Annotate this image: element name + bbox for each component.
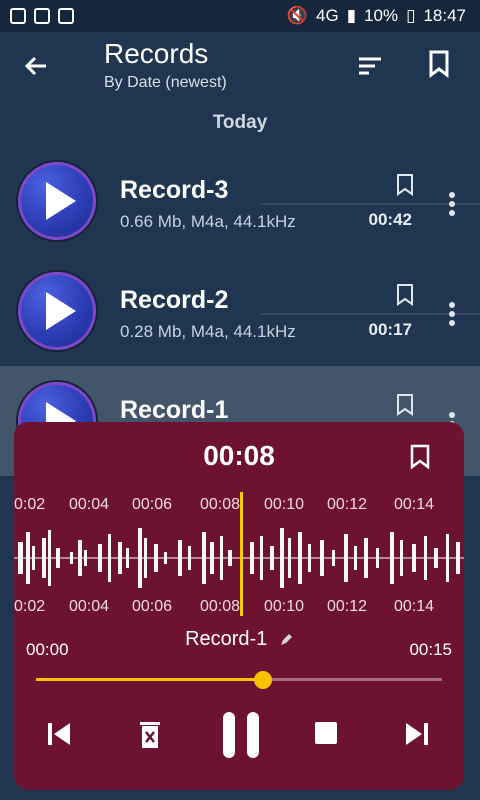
back-arrow-icon[interactable] bbox=[22, 52, 50, 80]
record-name: Record-3 bbox=[120, 176, 229, 204]
record-duration: 00:17 bbox=[368, 320, 412, 339]
page-title: Records bbox=[104, 38, 209, 69]
scale-label: 00:10 bbox=[264, 496, 305, 513]
record-duration: 00:42 bbox=[368, 210, 412, 229]
more-options-icon[interactable] bbox=[448, 302, 456, 326]
clock: 18:47 bbox=[423, 6, 466, 25]
player-current-time: 00:08 bbox=[203, 440, 275, 471]
notification-icons bbox=[10, 8, 74, 24]
sort-icon[interactable] bbox=[356, 52, 384, 80]
battery-level: 10% bbox=[364, 6, 399, 25]
mute-icon: 🔇 bbox=[286, 6, 309, 25]
delete-icon[interactable] bbox=[138, 720, 162, 750]
wifi-icon bbox=[58, 8, 74, 24]
more-options-icon[interactable] bbox=[448, 192, 456, 216]
player-bookmark-icon[interactable] bbox=[410, 444, 430, 470]
bookmarks-icon[interactable] bbox=[428, 50, 450, 78]
end-time: 00:15 bbox=[409, 640, 452, 659]
player-file-name-row[interactable]: Record-1 bbox=[14, 628, 464, 651]
play-button[interactable] bbox=[18, 272, 96, 350]
section-header: Today bbox=[212, 112, 268, 133]
skip-next-icon[interactable] bbox=[404, 720, 430, 748]
scale-label: 00:14 bbox=[394, 496, 435, 513]
play-button[interactable] bbox=[18, 162, 96, 240]
stop-icon[interactable] bbox=[313, 720, 339, 746]
record-name: Record-1 bbox=[120, 396, 229, 424]
play-icon bbox=[46, 182, 76, 220]
sort-subtitle: By Date (newest) bbox=[104, 74, 227, 91]
play-icon bbox=[46, 292, 76, 330]
scale-label: 00:08 bbox=[200, 598, 241, 615]
seek-thumb[interactable] bbox=[254, 671, 272, 689]
signal-icon: ▮ bbox=[346, 6, 357, 25]
record-row[interactable]: Record-2 0.28 Mb, M4a, 44.1kHz 00:17 bbox=[0, 256, 480, 366]
scale-label: 00:12 bbox=[327, 598, 368, 615]
image-notification-icon bbox=[34, 8, 50, 24]
skip-previous-icon[interactable] bbox=[46, 720, 72, 748]
scale-label: 00:06 bbox=[132, 598, 173, 615]
seek-progress bbox=[36, 678, 263, 681]
status-bar: 🔇 4G ▮ 10% ▯ 18:47 bbox=[0, 0, 480, 32]
pause-icon[interactable] bbox=[219, 710, 263, 760]
scale-label: 00:08 bbox=[200, 496, 241, 513]
playhead[interactable] bbox=[240, 492, 243, 616]
bookmark-icon[interactable] bbox=[396, 284, 414, 306]
network-label: 4G bbox=[316, 6, 339, 25]
scale-label: 00:12 bbox=[327, 496, 368, 513]
record-name: Record-2 bbox=[120, 286, 229, 314]
scale-label: 0:02 bbox=[14, 598, 46, 615]
edit-pencil-icon[interactable] bbox=[279, 633, 293, 647]
player-file-name: Record-1 bbox=[185, 628, 268, 650]
record-meta: 0.28 Mb, M4a, 44.1kHz bbox=[120, 322, 296, 341]
record-meta: 0.66 Mb, M4a, 44.1kHz bbox=[120, 212, 296, 231]
play-notification-icon bbox=[10, 8, 26, 24]
start-time: 00:00 bbox=[26, 640, 69, 659]
bookmark-icon[interactable] bbox=[396, 394, 414, 416]
scale-label: 00:04 bbox=[69, 598, 110, 615]
scale-label: 00:04 bbox=[69, 496, 110, 513]
scale-label: 00:10 bbox=[264, 598, 305, 615]
app-bar: Records By Date (newest) bbox=[0, 32, 480, 102]
waveform[interactable] bbox=[14, 522, 464, 594]
scale-label: 00:14 bbox=[394, 598, 435, 615]
mini-player: 00:08 0:02 00:04 00:06 00:08 00:10 00:12… bbox=[14, 422, 464, 790]
scale-label: 00:06 bbox=[132, 496, 173, 513]
scale-label: 0:02 bbox=[14, 496, 46, 513]
bookmark-icon[interactable] bbox=[396, 174, 414, 196]
record-row[interactable]: Record-3 0.66 Mb, M4a, 44.1kHz 00:42 bbox=[0, 146, 480, 256]
battery-icon: ▯ bbox=[406, 6, 416, 25]
status-right: 🔇 4G ▮ 10% ▯ 18:47 bbox=[287, 6, 466, 26]
